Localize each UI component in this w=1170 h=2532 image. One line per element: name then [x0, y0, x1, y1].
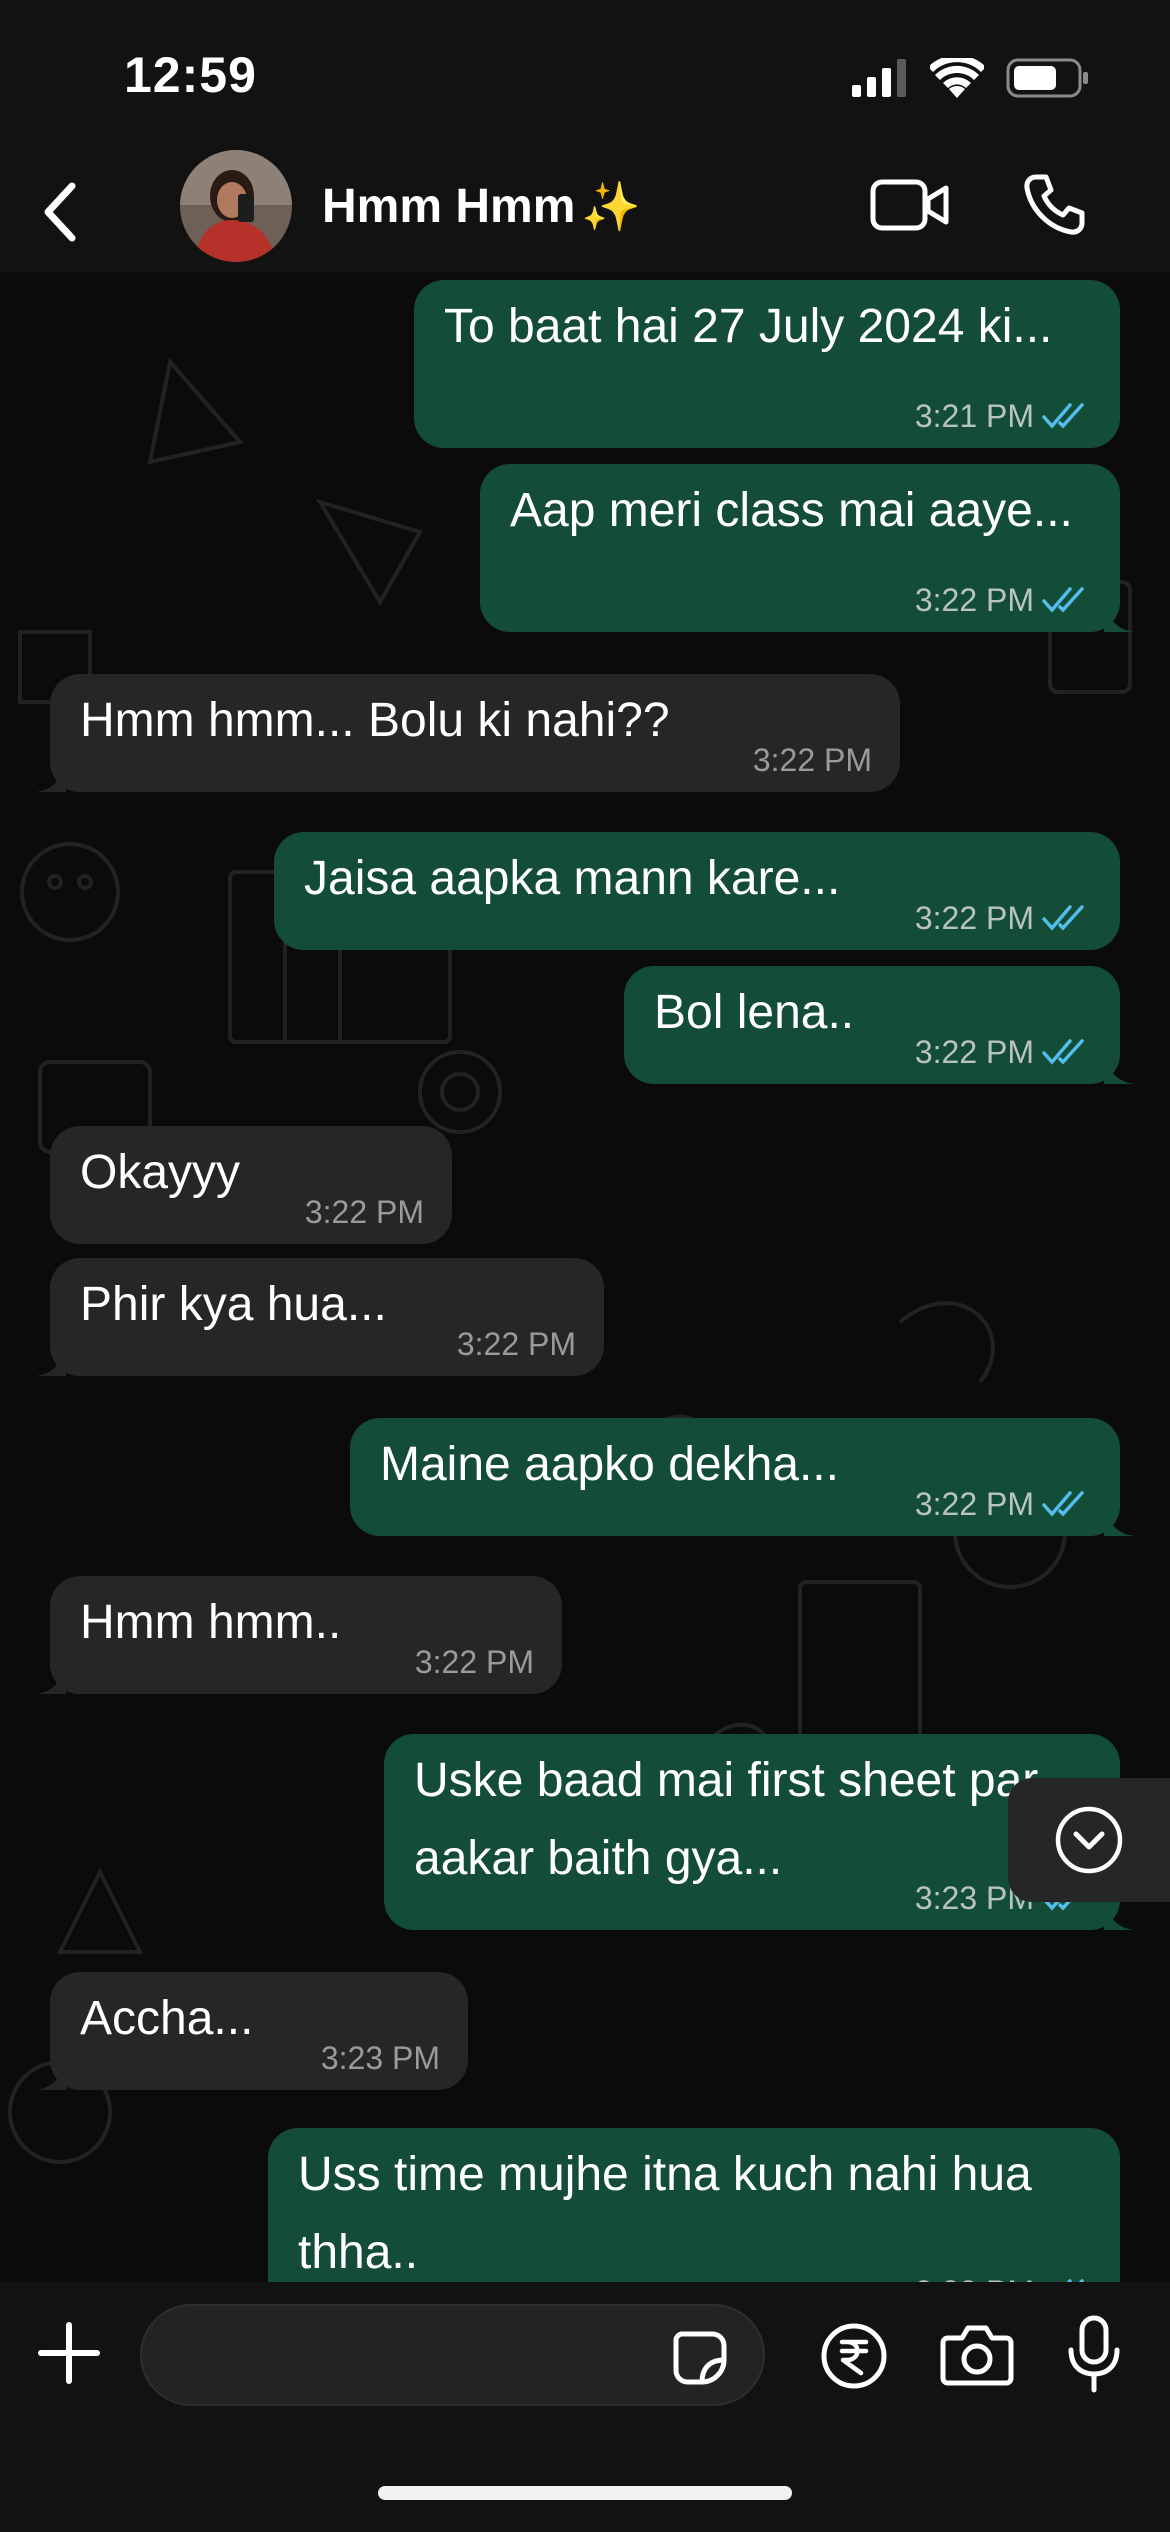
bubble-tail: [36, 1664, 66, 1694]
back-arrow-icon: [44, 182, 76, 242]
video-call-button[interactable]: [868, 170, 952, 240]
bubble-tail: [36, 1346, 66, 1376]
message-bubble[interactable]: Maine aapko dekha... 3:22 PM: [350, 1418, 1134, 1536]
status-icons: [852, 58, 1090, 98]
message-time: 3:22 PM: [304, 1194, 424, 1230]
message-meta: 3:22 PM: [457, 1326, 576, 1362]
message-time: 3:23 PM: [320, 2040, 440, 2076]
rupee-icon[interactable]: [820, 2322, 888, 2390]
message-bubble[interactable]: Aap meri class mai aaye... 3:22 PM: [480, 464, 1134, 632]
message-bubble[interactable]: Accha... 3:23 PM: [36, 1972, 468, 2090]
message-bubble[interactable]: Bol lena.. 3:22 PM: [624, 966, 1134, 1084]
message-bubble[interactable]: Hmm hmm... Bolu ki nahi?? 3:22 PM: [36, 674, 900, 792]
message-time: 3:22 PM: [914, 1034, 1034, 1070]
double-check-icon: [1042, 1039, 1084, 1065]
sticker-icon[interactable]: [670, 2328, 730, 2388]
contact-name-text: Hmm Hmm: [322, 180, 576, 233]
message-time: 3:22 PM: [414, 1644, 534, 1680]
message-bubble[interactable]: Hmm hmm.. 3:22 PM: [36, 1576, 562, 1694]
message-text-line: Uske baad mai first sheet par: [414, 1754, 1039, 1807]
battery-icon: [1006, 58, 1088, 98]
message-text: Hmm hmm... Bolu ki nahi??: [80, 694, 670, 747]
double-check-icon: [1042, 1491, 1084, 1517]
message-bubble[interactable]: To baat hai 27 July 2024 ki... 3:21 PM: [414, 280, 1120, 448]
home-indicator[interactable]: [378, 2486, 792, 2500]
bubble-tail: [1104, 602, 1134, 632]
message-bubble[interactable]: Phir kya hua... 3:22 PM: [36, 1258, 604, 1376]
message-time: 3:22 PM: [914, 900, 1034, 936]
message-meta: 3:22 PM: [305, 1194, 424, 1230]
sparkles-emoji: ✨: [581, 181, 642, 234]
chat-area[interactable]: To baat hai 27 July 2024 ki... 3:21 PM A…: [0, 272, 1170, 2282]
signal-icon: [852, 59, 906, 97]
bubble-tail: [36, 2060, 66, 2090]
message-bubble[interactable]: Okayyy 3:22 PM: [50, 1126, 452, 1244]
message-time: 3:21 PM: [914, 398, 1034, 434]
double-check-icon: [1042, 905, 1084, 931]
message-meta: 3:21 PM: [915, 398, 1092, 434]
message-meta: 3:22 PM: [915, 582, 1092, 618]
message-meta: 3:22 PM: [415, 1644, 534, 1680]
attach-button[interactable]: [32, 2316, 106, 2390]
chevron-down-icon: [1055, 1806, 1123, 1874]
message-meta: 3:22 PM: [915, 900, 1092, 936]
message-time: 3:23 PM: [915, 2274, 1034, 2282]
back-button[interactable]: [20, 172, 100, 252]
message-time: 3:22 PM: [456, 1326, 576, 1362]
microphone-icon[interactable]: [1066, 2314, 1122, 2394]
contact-name[interactable]: Hmm Hmm ✨: [322, 178, 641, 235]
message-meta: 3:22 PM: [915, 1486, 1092, 1522]
plus-icon: [38, 2322, 100, 2384]
scroll-to-bottom-button[interactable]: [1008, 1778, 1170, 1902]
bubble-tail: [1104, 1054, 1134, 1084]
message-time: 3:22 PM: [752, 742, 872, 778]
message-bubble[interactable]: Uss time mujhe itna kuch nahi hua thha..…: [268, 2128, 1120, 2282]
message-bubble[interactable]: Jaisa aapka mann kare... 3:22 PM: [274, 832, 1120, 950]
bubble-tail: [36, 762, 66, 792]
video-camera-icon: [870, 179, 949, 231]
message-time: 3:22 PM: [914, 582, 1034, 618]
message-meta: 3:22 PM: [753, 742, 872, 778]
camera-icon[interactable]: [940, 2322, 1014, 2388]
message-text: Aap meri class mai aaye...: [510, 484, 1073, 537]
voice-call-button[interactable]: [1012, 166, 1096, 244]
status-time: 12:59: [124, 47, 257, 103]
phone-icon: [1024, 174, 1085, 235]
message-meta: 3:23 PM: [915, 2274, 1092, 2282]
double-check-icon: [1042, 587, 1084, 613]
message-text: To baat hai 27 July 2024 ki...: [444, 300, 1053, 353]
message-meta: 3:22 PM: [915, 1034, 1092, 1070]
message-text-line: thha..: [298, 2226, 419, 2279]
bubble-tail: [1104, 1900, 1134, 1930]
message-time: 3:22 PM: [914, 1486, 1034, 1522]
bubble-tail: [1104, 1506, 1134, 1536]
wifi-icon: [930, 58, 984, 98]
avatar[interactable]: [180, 150, 292, 262]
message-text-line: Uss time mujhe itna kuch nahi hua: [298, 2148, 1032, 2201]
double-check-icon: [1042, 403, 1084, 429]
status-bar: 12:59: [0, 0, 1170, 150]
message-meta: 3:23 PM: [321, 2040, 440, 2076]
